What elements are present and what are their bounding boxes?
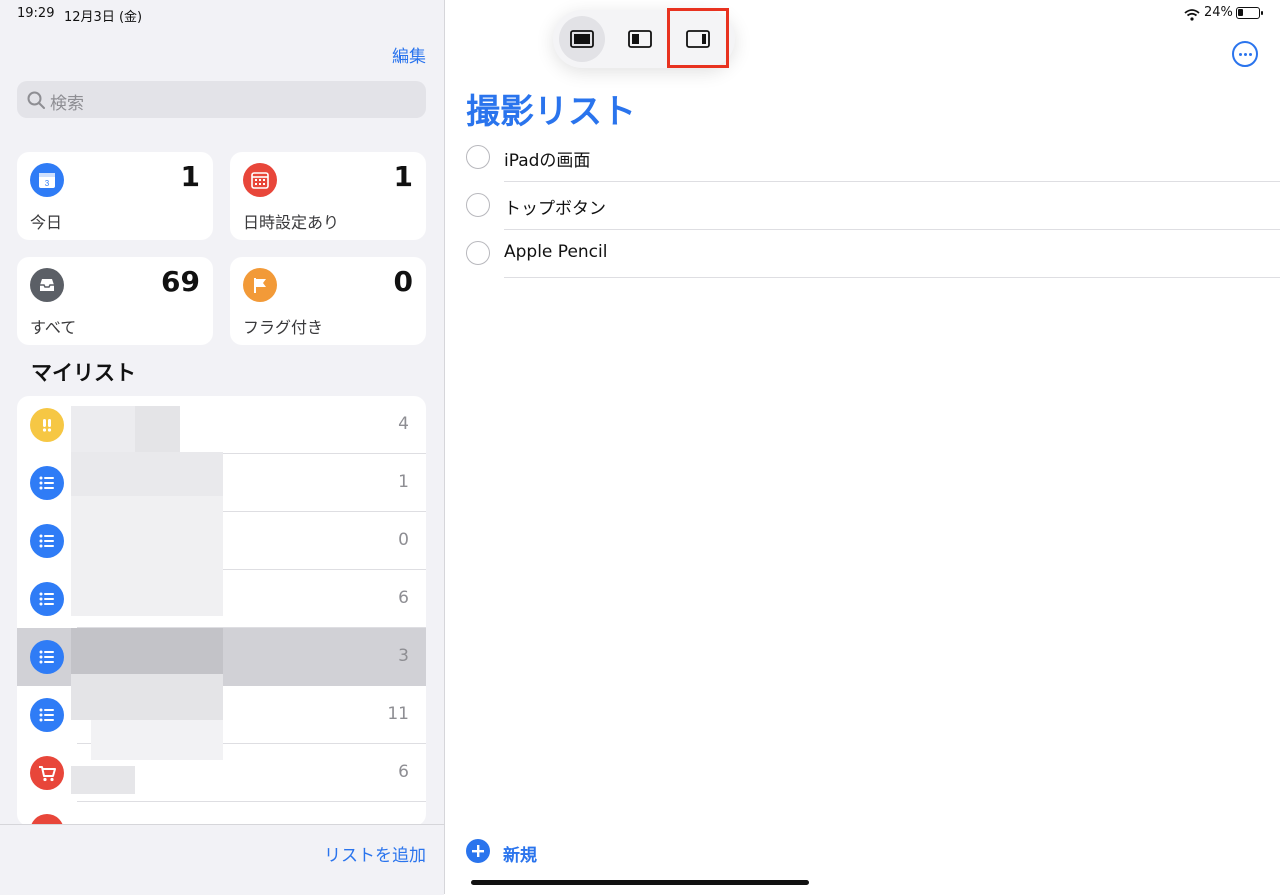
list-count: 3 [398, 646, 409, 666]
list-bullet-icon [30, 466, 64, 500]
task-checkbox[interactable] [466, 193, 490, 217]
search-icon [27, 91, 45, 109]
list-item[interactable] [17, 802, 426, 826]
list-count: 6 [398, 588, 409, 608]
task-checkbox[interactable] [466, 241, 490, 265]
list-bullet-icon [30, 640, 64, 674]
flag-icon [243, 268, 277, 302]
smart-list-all[interactable]: 69 すべて [17, 257, 213, 345]
split-view-icon [628, 30, 652, 48]
svg-text:3: 3 [45, 179, 50, 188]
list-bullet-icon [30, 524, 64, 558]
calendar-today-icon: 3 [30, 163, 64, 197]
sidebar: 19:29 12月3日 (金) 編集 検索 3 1 今日 1 日時設定あり 69… [0, 0, 445, 895]
sidebar-bottom-bar: リストを追加 [0, 824, 444, 895]
smart-list-scheduled[interactable]: 1 日時設定あり [230, 152, 426, 240]
task-text[interactable]: トップボタン [504, 194, 606, 219]
redacted-block [135, 406, 180, 452]
edit-button[interactable]: 編集 [392, 42, 426, 67]
all-count: 69 [161, 265, 200, 298]
my-lists: 4 1 0 6 3 11 6 [17, 396, 426, 826]
list-bullet-icon [30, 698, 64, 732]
task-item: トップボタン [466, 183, 1280, 230]
smart-list-today[interactable]: 3 1 今日 [17, 152, 213, 240]
list-count: 0 [398, 530, 409, 550]
more-icon[interactable] [1232, 41, 1258, 67]
list-count: 1 [398, 472, 409, 492]
task-item: iPadの画面 [466, 135, 1280, 182]
status-time: 19:29 [17, 6, 55, 21]
today-label: 今日 [30, 213, 63, 232]
fullscreen-icon [570, 30, 594, 48]
scheduled-count: 1 [393, 160, 413, 193]
plus-icon[interactable] [466, 839, 490, 863]
exclamation-icon [30, 408, 64, 442]
today-count: 1 [180, 160, 200, 193]
redacted-block [71, 766, 135, 794]
add-list-button[interactable]: リストを追加 [324, 841, 426, 866]
search-placeholder: 検索 [50, 94, 84, 114]
task-item: Apple Pencil [466, 231, 1280, 278]
redacted-block [71, 406, 135, 452]
search-field[interactable]: 検索 [17, 81, 426, 118]
flagged-count: 0 [393, 265, 413, 298]
flagged-label: フラグ付き [243, 318, 324, 337]
list-title: 撮影リスト [466, 92, 636, 132]
redacted-block [71, 496, 223, 616]
list-count: 11 [387, 704, 409, 724]
redacted-block [71, 452, 223, 496]
task-checkbox[interactable] [466, 145, 490, 169]
redacted-block [91, 720, 223, 760]
battery-percent: 24% [1204, 5, 1233, 20]
battery-icon [1236, 7, 1263, 19]
all-label: すべて [30, 318, 77, 337]
list-bullet-icon [30, 582, 64, 616]
scheduled-label: 日時設定あり [243, 213, 340, 232]
home-indicator [471, 880, 809, 885]
my-lists-heading: マイリスト [31, 361, 136, 385]
calendar-icon [243, 163, 277, 197]
list-count: 4 [398, 414, 409, 434]
wifi-icon [1184, 6, 1200, 25]
split-view-button[interactable] [617, 16, 663, 62]
redacted-block [71, 674, 223, 720]
task-text[interactable]: Apple Pencil [504, 242, 607, 262]
list-count: 6 [398, 762, 409, 782]
cart-icon [30, 756, 64, 790]
fullscreen-view-button[interactable] [559, 16, 605, 62]
new-reminder-button[interactable]: 新規 [503, 841, 537, 866]
smart-list-flagged[interactable]: 0 フラグ付き [230, 257, 426, 345]
highlight-box [667, 8, 729, 68]
tray-icon [30, 268, 64, 302]
status-date: 12月3日 (金) [64, 10, 143, 25]
task-text[interactable]: iPadの画面 [504, 146, 590, 171]
